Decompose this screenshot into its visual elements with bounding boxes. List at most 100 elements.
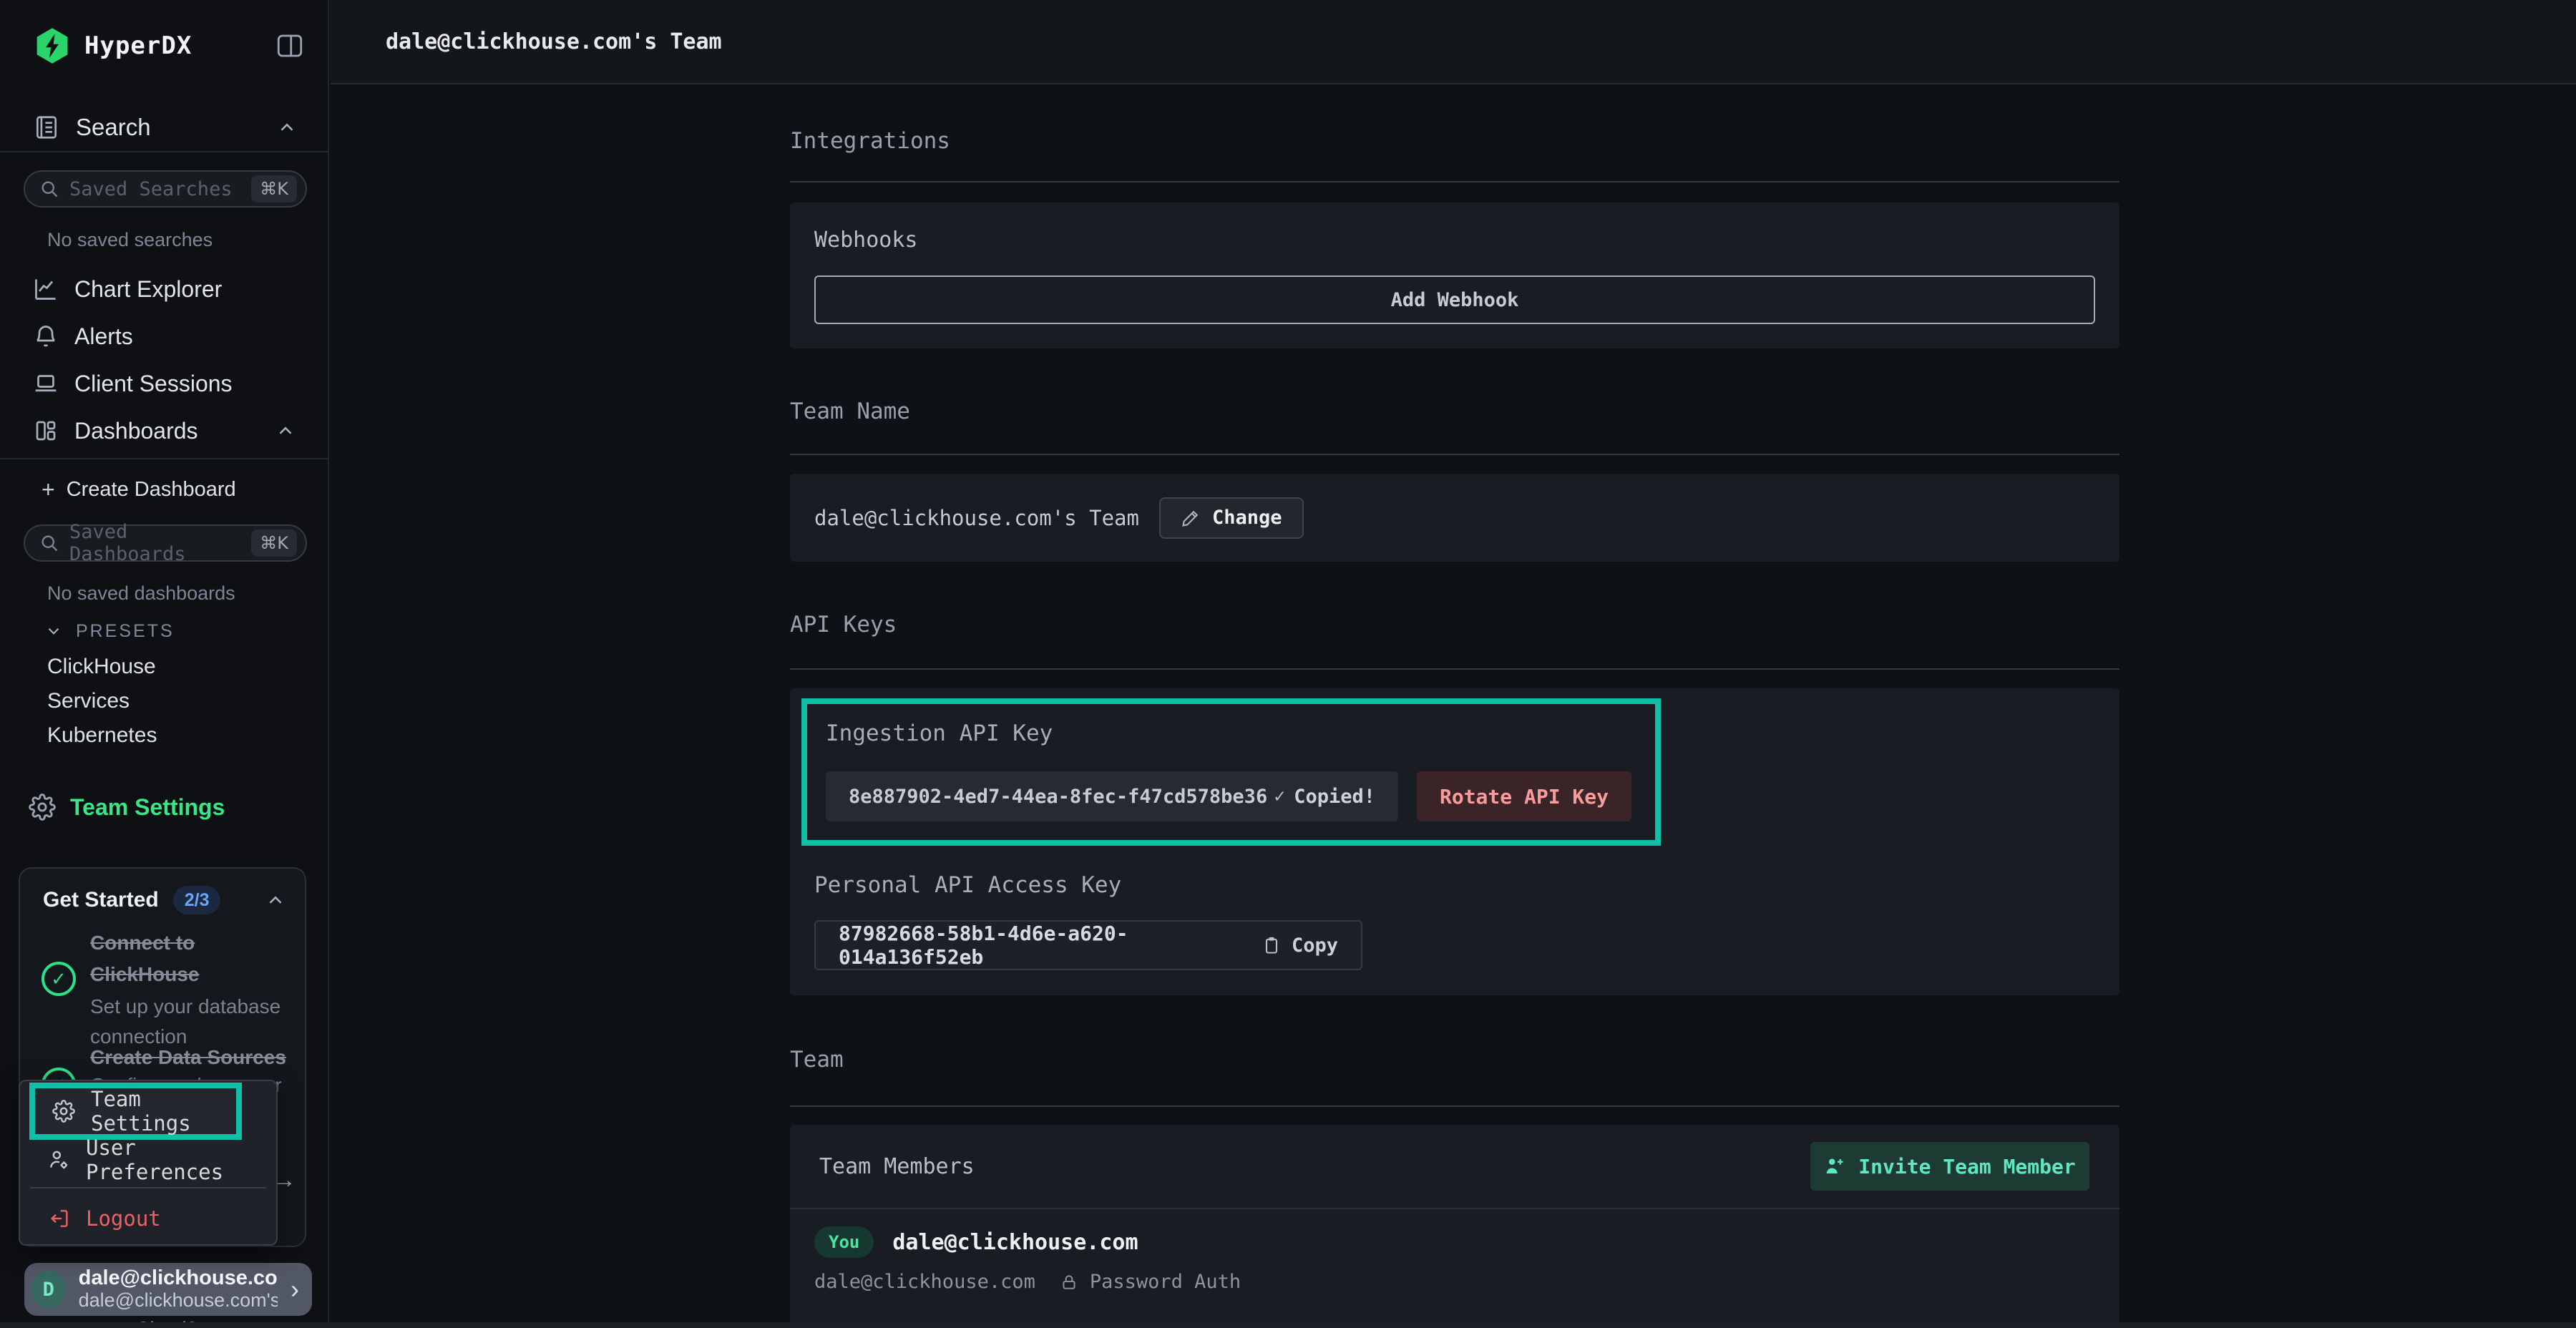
no-saved-dashboards-note: No saved dashboards — [47, 582, 235, 605]
cmd-k-shortcut: ⌘K — [251, 529, 297, 557]
saved-searches-input[interactable]: Saved Searches ⌘K — [24, 170, 307, 208]
preset-label: Services — [47, 689, 130, 713]
logout-icon — [47, 1207, 70, 1230]
team-member-row: You dale@clickhouse.com dale@clickhouse.… — [790, 1209, 2119, 1293]
preset-kubernetes[interactable]: Kubernetes — [47, 721, 276, 750]
user-gear-icon — [47, 1148, 70, 1171]
invite-team-member-button[interactable]: Invite Team Member — [1810, 1142, 2089, 1191]
menu-item-logout[interactable]: Logout — [30, 1200, 266, 1237]
team-members-title: Team Members — [819, 1154, 975, 1179]
search-section-header[interactable]: Search — [33, 107, 298, 147]
presets-toggle[interactable]: PRESETS — [44, 618, 259, 644]
chevron-down-icon — [44, 622, 63, 640]
check-icon: ✓ — [1274, 786, 1286, 807]
get-started-title: Get Started — [43, 888, 159, 912]
get-started-step-title[interactable]: Create Data Sources — [90, 1042, 291, 1073]
dashboards-icon — [33, 418, 59, 444]
webhooks-card: Webhooks Add Webhook — [790, 202, 2119, 348]
sidebar-item-client-sessions[interactable]: Client Sessions — [0, 361, 329, 406]
create-dashboard-label: Create Dashboard — [67, 478, 236, 502]
preset-services[interactable]: Services — [47, 687, 276, 716]
team-section-title: Team — [790, 1046, 2119, 1073]
ingestion-key-value: 8e887902-4ed7-44ea-8fec-f47cd578be36 — [849, 786, 1267, 808]
settings-content: Integrations Webhooks Add Webhook Team N… — [331, 84, 2119, 1328]
logo-row: HyperDX — [33, 26, 305, 66]
invite-label: Invite Team Member — [1858, 1155, 2075, 1178]
personal-key-value: 87982668-58b1-4d6e-a620-014a136f52eb — [839, 922, 1243, 969]
copied-label: Copied! — [1294, 786, 1375, 808]
rotate-api-key-button[interactable]: Rotate API Key — [1417, 771, 1631, 821]
laptop-icon — [33, 371, 59, 396]
avatar: D — [31, 1271, 66, 1308]
user-team: dale@clickhouse.com's — [79, 1290, 278, 1312]
lock-icon — [1060, 1273, 1078, 1292]
ingestion-key-chip[interactable]: 8e887902-4ed7-44ea-8fec-f47cd578be36 ✓ C… — [826, 771, 1398, 821]
sidebar-item-dashboards[interactable]: Dashboards — [0, 409, 329, 453]
sidebar-item-label: Chart Explorer — [74, 276, 222, 303]
ingestion-key-label: Ingestion API Key — [826, 720, 1655, 747]
personal-key-label: Personal API Access Key — [814, 872, 2119, 899]
get-started-step-title[interactable]: Connect to ClickHouse — [90, 927, 291, 990]
app-title: HyperDX — [84, 31, 192, 60]
member-name: dale@clickhouse.com — [892, 1230, 1138, 1255]
sidebar-item-label: Alerts — [74, 323, 133, 350]
menu-item-label: Logout — [86, 1206, 161, 1231]
sidebar-item-alerts[interactable]: Alerts — [0, 314, 329, 358]
sidebar-item-chart-explorer[interactable]: Chart Explorer — [0, 267, 329, 311]
chevron-up-icon[interactable] — [265, 889, 286, 911]
copied-indicator: ✓ Copied! — [1274, 786, 1375, 808]
sidebar: HyperDX Search Saved Searches ⌘K No save… — [0, 0, 329, 1328]
user-chip-texts: dale@clickhouse.com dale@clickhouse.com'… — [79, 1267, 278, 1312]
section-divider — [790, 1105, 2119, 1107]
gear-icon — [52, 1100, 75, 1123]
sidebar-item-label: Client Sessions — [74, 371, 233, 397]
team-name-card: dale@clickhouse.com's Team Change — [790, 474, 2119, 562]
menu-divider — [30, 1187, 266, 1188]
change-label: Change — [1212, 507, 1282, 529]
chevron-up-icon[interactable] — [275, 420, 296, 441]
annotation-highlight-team-settings: Team Settings — [29, 1083, 242, 1140]
chart-icon — [33, 276, 59, 302]
search-section-icon — [33, 114, 60, 141]
add-webhook-button[interactable]: Add Webhook — [814, 275, 2095, 324]
collapse-sidebar-icon[interactable] — [275, 31, 305, 61]
menu-item-user-preferences[interactable]: User Preferences — [30, 1141, 266, 1178]
member-email: dale@clickhouse.com — [814, 1271, 1035, 1293]
user-profile-chip[interactable]: D dale@clickhouse.com dale@clickhouse.co… — [24, 1263, 312, 1316]
presets-label: PRESETS — [76, 621, 175, 642]
pencil-icon — [1181, 508, 1201, 528]
change-team-name-button[interactable]: Change — [1159, 497, 1304, 539]
chevron-up-icon[interactable] — [276, 117, 298, 138]
section-divider — [790, 454, 2119, 455]
menu-item-team-settings[interactable]: Team Settings — [35, 1088, 236, 1134]
api-keys-card: Ingestion API Key 8e887902-4ed7-44ea-8fe… — [790, 688, 2119, 995]
search-section-label: Search — [76, 114, 151, 141]
team-name-section-title: Team Name — [790, 398, 2119, 425]
main-area: dale@clickhouse.com's Team Integrations … — [331, 0, 2576, 1328]
team-name-value: dale@clickhouse.com's Team — [814, 506, 1139, 530]
bottom-edge-strip — [0, 1322, 2576, 1328]
create-dashboard-button[interactable]: + Create Dashboard — [42, 475, 285, 504]
saved-dashboards-placeholder: Saved Dashboards — [69, 521, 241, 565]
sidebar-team-settings-link[interactable]: Team Settings — [29, 790, 286, 824]
saved-searches-placeholder: Saved Searches — [69, 178, 233, 200]
plus-icon: + — [42, 477, 55, 503]
page-title: dale@clickhouse.com's Team — [386, 29, 722, 54]
preset-label: ClickHouse — [47, 655, 156, 679]
preset-clickhouse[interactable]: ClickHouse — [47, 653, 276, 681]
clipboard-icon — [1262, 935, 1282, 955]
sidebar-divider — [0, 151, 329, 152]
section-divider — [790, 181, 2119, 182]
api-keys-section-title: API Keys — [790, 611, 2119, 638]
personal-key-chip[interactable]: 87982668-58b1-4d6e-a620-014a136f52eb Cop… — [814, 920, 1362, 970]
hyperdx-app: HyperDX Search Saved Searches ⌘K No save… — [0, 0, 2576, 1328]
copy-button[interactable]: Copy — [1262, 934, 1338, 957]
team-members-card: Team Members Invite Team Member You dal — [790, 1125, 2119, 1328]
get-started-header[interactable]: Get Started 2/3 — [43, 886, 286, 914]
section-divider — [790, 668, 2119, 670]
menu-item-label: User Preferences — [86, 1136, 266, 1184]
search-icon — [39, 179, 59, 199]
gear-icon — [29, 794, 56, 821]
page-header: dale@clickhouse.com's Team — [331, 0, 2576, 84]
saved-dashboards-input[interactable]: Saved Dashboards ⌘K — [24, 524, 307, 562]
